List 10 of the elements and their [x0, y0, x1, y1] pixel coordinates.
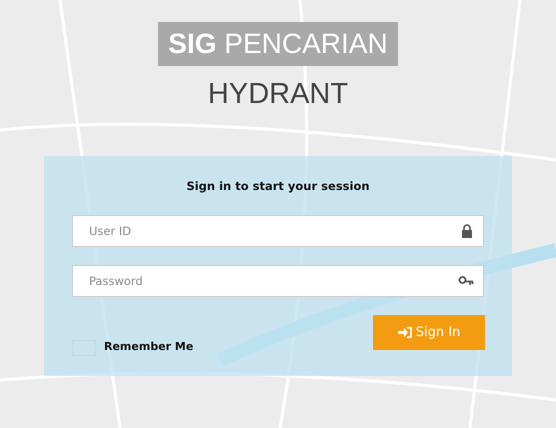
sign-in-icon — [398, 327, 412, 338]
sign-in-button[interactable]: Sign In — [373, 315, 485, 350]
remember-label: Remember Me — [104, 339, 194, 356]
input-field[interactable]: Password — [72, 265, 484, 298]
app-subtitle: HYDRANT — [208, 77, 348, 112]
app-title: SIG PENCARIAN — [158, 22, 398, 66]
login-heading: Sign in to start your session — [185, 178, 371, 195]
lock-icon — [460, 224, 474, 238]
input-field[interactable]: User ID — [72, 215, 484, 248]
key-icon — [458, 275, 474, 288]
